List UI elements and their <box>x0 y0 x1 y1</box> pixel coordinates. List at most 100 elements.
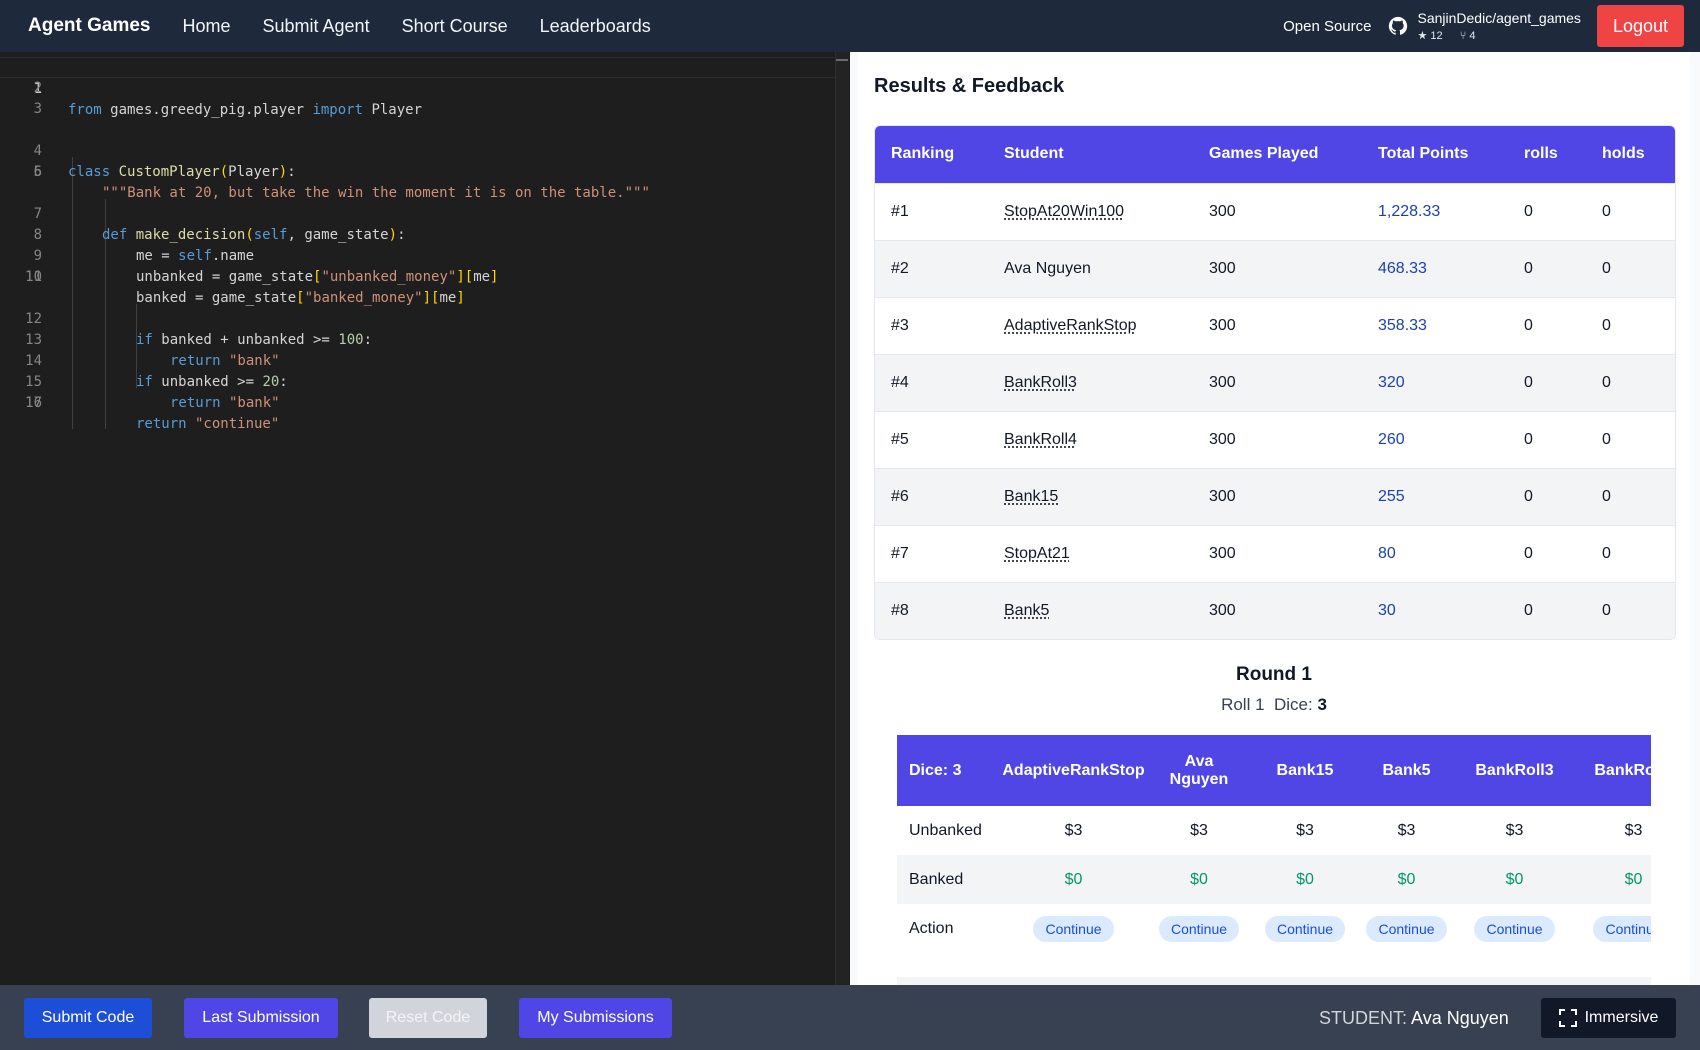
github-icon[interactable] <box>1387 15 1409 37</box>
nav-right: Open Source SanjinDedic/agent_games ★ 12… <box>1283 0 1684 52</box>
dice-label: Dice: <box>1273 695 1313 714</box>
col-student[interactable]: Student <box>988 126 1193 183</box>
line-number: 6 <box>33 164 42 180</box>
rolls-cell: 0 <box>1508 182 1586 240</box>
rolls-cell: 0 <box>1508 467 1586 525</box>
code-line-8: 8 me = self.name <box>0 204 836 264</box>
line-number: 11 <box>25 269 42 285</box>
line-number: 3 <box>33 101 42 117</box>
line-number: 17 <box>25 395 42 411</box>
action-badge: Continue <box>1158 915 1240 942</box>
code-editor[interactable]: 1 from games.greedy_pig.player import Pl… <box>0 52 850 985</box>
rolls-cell: 0 <box>1508 524 1586 582</box>
student-link[interactable]: StopAt20Win100 <box>1004 203 1124 220</box>
rank-cell: #6 <box>875 467 988 525</box>
points-cell: 358.33 <box>1362 296 1508 354</box>
points-cell: 468.33 <box>1362 239 1508 297</box>
code-line-15: 15 return "bank" <box>0 351 836 411</box>
table-row: #8 Bank5 300 30 0 0 <box>875 581 1675 639</box>
student-cell: Bank5 <box>988 581 1193 639</box>
top-navbar: Agent Games Home Submit Agent Short Cour… <box>0 0 1700 52</box>
games-cell: 300 <box>1193 296 1362 354</box>
round-table: Dice: 3 AdaptiveRankStop Ava Nguyen Bank… <box>897 735 1651 953</box>
student-cell: Ava Nguyen <box>988 239 1193 297</box>
open-source-link[interactable]: Open Source <box>1283 18 1371 35</box>
rank-cell: #8 <box>875 581 988 639</box>
unbanked-cell: $3 <box>1296 821 1314 839</box>
col-holds[interactable]: holds <box>1586 126 1675 183</box>
editor-overview-marker <box>836 59 848 61</box>
code-line-4: 4 class CustomPlayer(Player): <box>0 120 836 180</box>
action-cell: Continue <box>1146 904 1252 953</box>
action-badge: Continue <box>1366 915 1447 942</box>
results-panel[interactable]: Results & Feedback Ranking Student Games… <box>850 52 1700 985</box>
code-line-7: 7 def make_decision(self, game_state): <box>0 183 836 243</box>
round-table-scroll[interactable]: Dice: 3 AdaptiveRankStop Ava Nguyen Bank… <box>897 735 1651 985</box>
leaderboard-header: Ranking Student Games Played Total Point… <box>875 126 1675 183</box>
code-line-1: 1 from games.greedy_pig.player import Pl… <box>0 57 836 118</box>
logout-button[interactable]: Logout <box>1596 5 1684 47</box>
player-header: Bank15 <box>1252 735 1358 806</box>
banked-cell: $0 <box>1252 855 1358 904</box>
holds-cell: 0 <box>1586 524 1675 582</box>
code-line-10: 10 banked = game_state["banked_money"][m… <box>0 246 836 306</box>
rolls-cell: 0 <box>1508 239 1586 297</box>
rank-cell: #7 <box>875 524 988 582</box>
line-number: 2 <box>33 80 42 96</box>
nav-submit-agent[interactable]: Submit Agent <box>263 16 370 37</box>
rolls-cell: 0 <box>1508 581 1586 639</box>
code-line-9: 9 unbanked = game_state["unbanked_money"… <box>0 225 836 285</box>
brand-logo[interactable]: Agent Games <box>28 15 150 37</box>
my-submissions-button[interactable]: My Submissions <box>519 998 672 1038</box>
points-cell: 1,228.33 <box>1362 182 1508 240</box>
nav-short-course[interactable]: Short Course <box>402 16 508 37</box>
action-badge: Continue <box>1474 915 1555 942</box>
action-cell: Continue <box>1574 904 1651 953</box>
banked-cell: $0 <box>1455 855 1574 904</box>
submit-code-button[interactable]: Submit Code <box>24 998 152 1038</box>
student-cell: StopAt21 <box>988 524 1193 582</box>
student-link[interactable]: Bank5 <box>1004 602 1049 619</box>
rank-cell: #5 <box>875 410 988 468</box>
code-line-17: 17 <box>0 393 836 414</box>
table-row: #5 BankRoll4 300 260 0 0 <box>875 410 1675 468</box>
results-title: Results & Feedback <box>874 75 1065 97</box>
col-total-points[interactable]: Total Points <box>1362 126 1508 183</box>
repo-info[interactable]: SanjinDedic/agent_games ★ 12 ⑂ 4 <box>1417 10 1580 42</box>
row-label: Action <box>909 919 954 937</box>
table-row: #2 Ava Nguyen 300 468.33 0 0 <box>875 239 1675 297</box>
holds-cell: 0 <box>1586 296 1675 354</box>
games-cell: 300 <box>1193 239 1362 297</box>
unbanked-row: Unbanked $3 $3 $3 $3 $3 $3 <box>897 806 1651 855</box>
roll-label: Roll 1 <box>1221 695 1265 714</box>
student-cell: AdaptiveRankStop <box>988 296 1193 354</box>
col-rolls[interactable]: rolls <box>1508 126 1586 183</box>
last-submission-button[interactable]: Last Submission <box>184 998 338 1038</box>
reset-code-button[interactable]: Reset Code <box>369 998 487 1038</box>
editor-scrollbar[interactable] <box>835 52 849 985</box>
games-cell: 300 <box>1193 410 1362 468</box>
col-ranking[interactable]: Ranking <box>875 126 988 183</box>
student-link[interactable]: Bank15 <box>1004 488 1058 505</box>
student-link[interactable]: AdaptiveRankStop <box>1004 317 1137 334</box>
round-table-footer <box>897 977 1651 985</box>
repo-name[interactable]: SanjinDedic/agent_games <box>1417 10 1580 26</box>
code-line-6: 6 <box>0 162 836 183</box>
code-line-11: 11 <box>0 267 836 288</box>
table-row: #3 AdaptiveRankStop 300 358.33 0 0 <box>875 296 1675 354</box>
student-link[interactable]: BankRoll4 <box>1004 431 1077 448</box>
nav-home[interactable]: Home <box>182 16 230 37</box>
student-link[interactable]: StopAt21 <box>1004 545 1070 562</box>
student-label: STUDENT: <box>1319 1008 1408 1028</box>
col-games-played[interactable]: Games Played <box>1193 126 1362 183</box>
unbanked-cell: $3 <box>1397 821 1416 839</box>
round-title: Round 1 <box>1236 664 1312 685</box>
table-row: #7 StopAt21 300 80 0 0 <box>875 524 1675 582</box>
table-row: #1 StopAt20Win100 300 1,228.33 0 0 <box>875 182 1675 240</box>
leaderboard-table: Ranking Student Games Played Total Point… <box>874 125 1676 640</box>
student-link[interactable]: BankRoll3 <box>1004 374 1077 391</box>
player-header: Bank5 <box>1358 735 1455 806</box>
immersive-button[interactable]: Immersive <box>1541 998 1676 1038</box>
dice-header: Dice: 3 <box>897 735 1001 806</box>
nav-leaderboards[interactable]: Leaderboards <box>540 16 651 37</box>
